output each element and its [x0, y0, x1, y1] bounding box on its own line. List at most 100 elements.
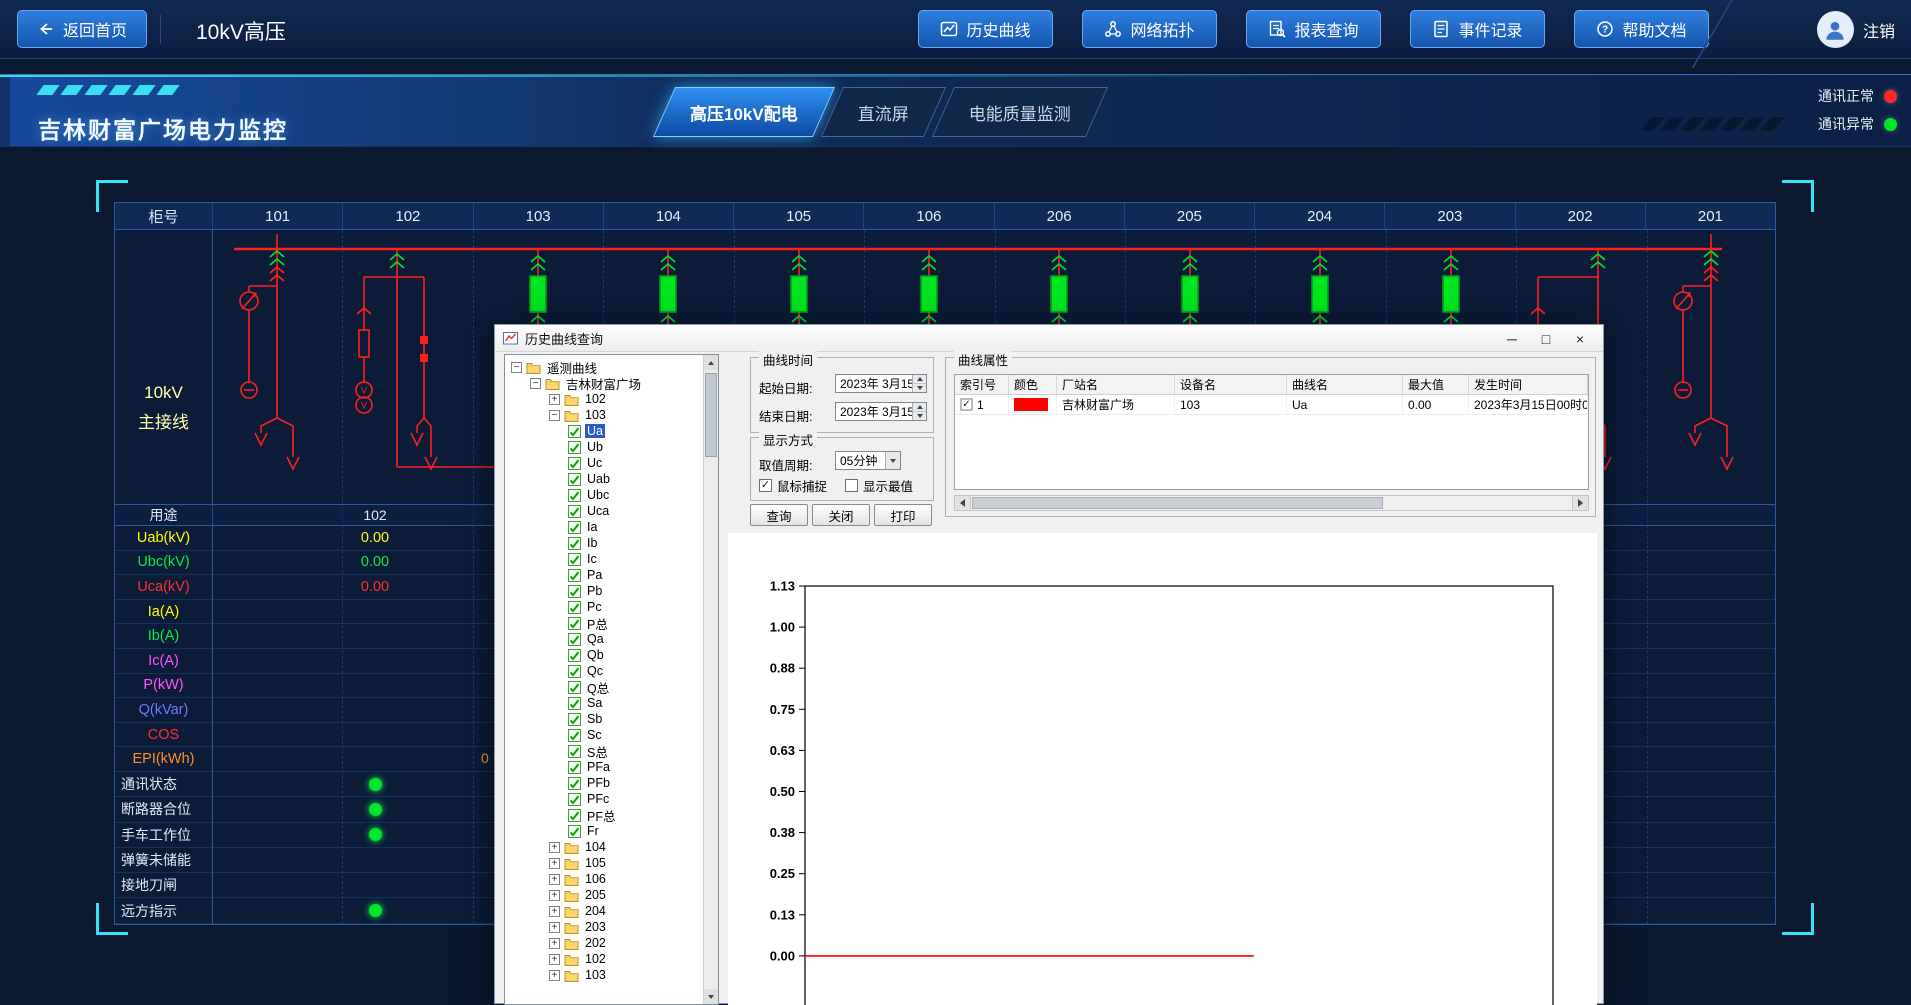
tree-item-104[interactable]: +104	[505, 839, 702, 855]
start-date-spinner[interactable]	[912, 375, 926, 392]
props-col-header-7[interactable]: 发生时间	[1469, 375, 1588, 394]
close-dialog-button[interactable]: 关闭	[812, 504, 870, 526]
scroll-up-button[interactable]	[704, 355, 718, 370]
query-button[interactable]: 查询	[750, 504, 808, 526]
print-button[interactable]: 打印	[874, 504, 932, 526]
cabinet-header-103: 103	[473, 203, 603, 229]
expand-box[interactable]: +	[549, 954, 560, 965]
scroll-left-button[interactable]	[955, 496, 971, 510]
measurement-label: Uab(kV)	[115, 526, 212, 550]
props-col-header-5[interactable]: 曲线名	[1287, 375, 1403, 394]
tree-scrollbar-thumb[interactable]	[705, 373, 717, 457]
tab-power-quality[interactable]: 电能质量监测	[943, 87, 1097, 137]
checkbox-box[interactable]	[845, 479, 858, 492]
tree-item-103[interactable]: +103	[505, 967, 702, 983]
start-date-input[interactable]: 2023年 3月15	[835, 374, 927, 393]
tree-item-吉林财富广场[interactable]: −吉林财富广场	[505, 375, 702, 391]
tree-item-Qa[interactable]: Qa	[505, 631, 702, 647]
tree-item-105[interactable]: +105	[505, 855, 702, 871]
tree-item-Uca[interactable]: Uca	[505, 503, 702, 519]
dialog-titlebar[interactable]: 历史曲线查询 ─ □ ×	[495, 325, 1603, 352]
expand-box[interactable]: +	[549, 906, 560, 917]
tree-item-Ib[interactable]: Ib	[505, 535, 702, 551]
collapse-box[interactable]: −	[530, 378, 541, 389]
expand-box[interactable]: +	[549, 938, 560, 949]
tree-item-106[interactable]: +106	[505, 871, 702, 887]
tree-item-Uab[interactable]: Uab	[505, 471, 702, 487]
tree-item-Sb[interactable]: Sb	[505, 711, 702, 727]
nav-network-topology-button[interactable]: 网络拓扑	[1082, 10, 1217, 48]
end-date-spinner[interactable]	[912, 403, 926, 420]
tree-item-Q总[interactable]: Q总	[505, 679, 702, 695]
tree-item-Uc[interactable]: Uc	[505, 455, 702, 471]
nav-event-record-button[interactable]: 事件记录	[1410, 10, 1545, 48]
expand-box[interactable]: +	[549, 922, 560, 933]
tree-item-Sa[interactable]: Sa	[505, 695, 702, 711]
tree-item-PFb[interactable]: PFb	[505, 775, 702, 791]
nav-history-curve-button[interactable]: 历史曲线	[918, 10, 1053, 48]
expand-box[interactable]: +	[549, 858, 560, 869]
period-select[interactable]: 05分钟	[835, 451, 901, 470]
nav-help-doc-button[interactable]: ? 帮助文档	[1574, 10, 1709, 48]
curve-check-icon	[568, 633, 581, 646]
curve-property-row[interactable]: ✓1吉林财富广场103Ua0.002023年3月15日00时0	[955, 395, 1588, 415]
tree-item-Ubc[interactable]: Ubc	[505, 487, 702, 503]
collapse-box[interactable]: −	[549, 410, 560, 421]
tree-item-label: S总	[585, 742, 610, 761]
tree-item-103[interactable]: −103	[505, 407, 702, 423]
expand-box[interactable]: +	[549, 394, 560, 405]
nav-label: 帮助文档	[1622, 17, 1686, 41]
show-extremes-checkbox[interactable]: 显示最值	[845, 476, 913, 495]
close-button[interactable]: ×	[1563, 325, 1597, 352]
expand-box[interactable]: +	[549, 890, 560, 901]
tree-item-Ia[interactable]: Ia	[505, 519, 702, 535]
combo-arrow-icon[interactable]	[885, 452, 900, 469]
avatar[interactable]	[1817, 11, 1854, 48]
props-hscrollbar-thumb[interactable]	[972, 497, 1383, 509]
tab-hv-10kv-distribution[interactable]: 高压10kV配电	[664, 87, 824, 137]
checkbox-box[interactable]: ✓	[759, 479, 772, 492]
scroll-down-button[interactable]	[704, 989, 718, 1004]
minimize-button[interactable]: ─	[1495, 325, 1529, 352]
tree-item-203[interactable]: +203	[505, 919, 702, 935]
tree-item-S总[interactable]: S总	[505, 743, 702, 759]
maximize-button[interactable]: □	[1529, 325, 1563, 352]
tree-item-P总[interactable]: P总	[505, 615, 702, 631]
logout-button[interactable]: 注销	[1863, 18, 1895, 42]
props-hscrollbar[interactable]	[954, 495, 1589, 511]
end-date-input[interactable]: 2023年 3月15	[835, 402, 927, 421]
tree-item-Ic[interactable]: Ic	[505, 551, 702, 567]
tree-item-Ub[interactable]: Ub	[505, 439, 702, 455]
tree-item-202[interactable]: +202	[505, 935, 702, 951]
scroll-right-button[interactable]	[1572, 496, 1588, 510]
history-curve-chart[interactable]: 1.131.000.880.750.630.500.380.250.130.00	[728, 533, 1597, 1005]
tree-item-205[interactable]: +205	[505, 887, 702, 903]
tree-item-Pa[interactable]: Pa	[505, 567, 702, 583]
tree-item-Qb[interactable]: Qb	[505, 647, 702, 663]
tree-item-PFa[interactable]: PFa	[505, 759, 702, 775]
status-label: 接地刀闸	[115, 875, 212, 895]
expand-box[interactable]: +	[549, 874, 560, 885]
tree-item-label: 105	[583, 856, 608, 870]
expand-box[interactable]: +	[549, 970, 560, 981]
tree-item-Pb[interactable]: Pb	[505, 583, 702, 599]
row-checkbox[interactable]: ✓	[961, 399, 973, 411]
tree-item-PF总[interactable]: PF总	[505, 807, 702, 823]
tree-item-204[interactable]: +204	[505, 903, 702, 919]
nav-report-query-button[interactable]: 报表查询	[1246, 10, 1381, 48]
expand-box[interactable]: +	[549, 842, 560, 853]
tree-scrollbar[interactable]	[703, 355, 718, 1004]
tree-item-Ua[interactable]: Ua	[505, 423, 702, 439]
props-col-header-2[interactable]: 颜色	[1009, 375, 1057, 394]
collapse-box[interactable]: −	[511, 362, 522, 373]
tree-item-Fr[interactable]: Fr	[505, 823, 702, 839]
props-col-header-4[interactable]: 设备名	[1175, 375, 1287, 394]
mouse-capture-checkbox[interactable]: ✓ 鼠标捕捉	[759, 476, 827, 495]
tree-item-102[interactable]: +102	[505, 391, 702, 407]
props-col-header-3[interactable]: 厂站名	[1057, 375, 1175, 394]
props-col-header-6[interactable]: 最大值	[1403, 375, 1469, 394]
back-home-button[interactable]: 返回首页	[17, 10, 147, 48]
tree-item-102[interactable]: +102	[505, 951, 702, 967]
props-col-header-1[interactable]: 索引号	[955, 375, 1009, 394]
tab-dc-screen[interactable]: 直流屏	[832, 87, 935, 137]
